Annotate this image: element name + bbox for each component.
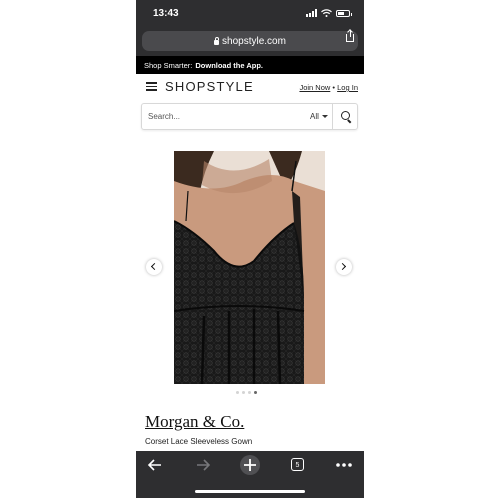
forward-button[interactable] — [188, 451, 218, 481]
plus-icon — [240, 455, 260, 475]
search-divider — [332, 104, 333, 129]
image-pagination-dots — [236, 391, 257, 394]
category-label: All — [310, 112, 319, 121]
pagination-dot[interactable] — [248, 391, 251, 394]
pagination-dot[interactable] — [242, 391, 245, 394]
tabs-icon: 5 — [291, 458, 304, 471]
site-header: SHOPSTYLE Join Now • Log In — [136, 74, 364, 100]
promo-link[interactable]: Download the App. — [195, 61, 263, 70]
category-select[interactable]: All — [310, 112, 328, 121]
pagination-dot[interactable] — [236, 391, 239, 394]
search-bar: Search... All — [141, 103, 358, 130]
status-bar: 13:43 — [136, 0, 364, 28]
wifi-icon — [321, 9, 332, 17]
status-time: 13:43 — [153, 8, 179, 19]
app-promo-banner[interactable]: Shop Smarter: Download the App. — [136, 56, 364, 74]
search-icon[interactable] — [341, 111, 350, 120]
chevron-down-icon — [321, 115, 328, 119]
new-tab-button[interactable] — [235, 451, 265, 481]
product-brand[interactable]: Morgan & Co. — [145, 412, 244, 432]
log-in-link[interactable]: Log In — [337, 83, 358, 92]
hamburger-icon[interactable] — [146, 82, 157, 91]
product-photo-art — [174, 151, 325, 384]
search-input[interactable]: Search... — [148, 112, 180, 121]
promo-text: Shop Smarter: — [144, 60, 193, 70]
more-button[interactable] — [329, 451, 359, 481]
product-name: Corset Lace Sleeveless Gown — [145, 437, 253, 446]
previous-image-button[interactable] — [146, 259, 162, 275]
home-indicator[interactable] — [195, 490, 305, 493]
status-icons — [306, 9, 352, 17]
product-image[interactable] — [174, 151, 325, 384]
join-now-link[interactable]: Join Now — [299, 83, 330, 92]
account-links: Join Now • Log In — [299, 83, 358, 92]
back-arrow-icon — [147, 459, 161, 471]
url-field[interactable]: shopstyle.com — [142, 31, 358, 51]
share-icon[interactable] — [346, 30, 354, 42]
phone-screen: 13:43 shopstyle.com Shop Smarter: Downlo… — [136, 0, 364, 498]
battery-icon — [336, 9, 352, 17]
tabs-button[interactable]: 5 — [283, 451, 313, 481]
back-button[interactable] — [140, 451, 170, 481]
url-text: shopstyle.com — [222, 35, 286, 47]
forward-arrow-icon — [197, 459, 211, 471]
lock-icon — [214, 36, 220, 45]
site-logo[interactable]: SHOPSTYLE — [165, 79, 254, 94]
pagination-dot[interactable] — [254, 391, 257, 394]
browser-url-bar: shopstyle.com — [136, 28, 364, 56]
more-dots-icon — [336, 463, 352, 467]
next-image-button[interactable] — [336, 259, 352, 275]
link-separator: • — [332, 83, 336, 92]
signal-icon — [306, 9, 317, 17]
